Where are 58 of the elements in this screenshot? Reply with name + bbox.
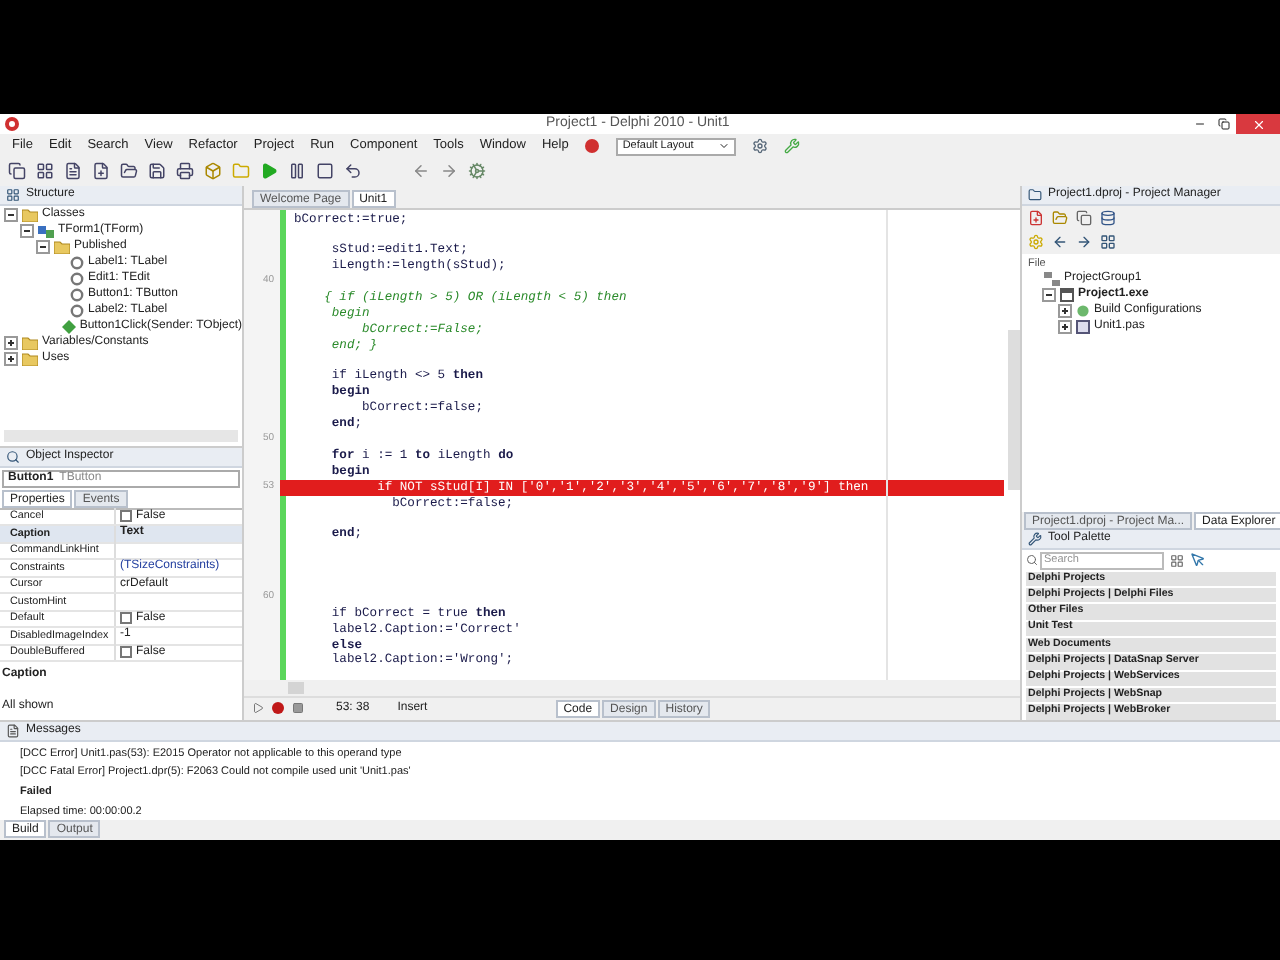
new-file-icon[interactable] [92, 162, 110, 181]
messages-icon [6, 723, 20, 737]
play-icon[interactable] [252, 702, 264, 714]
new-file-icon[interactable] [1028, 209, 1044, 225]
scrollbar-thumb[interactable] [288, 681, 304, 693]
collapse-icon[interactable] [36, 240, 50, 254]
arrow-icon[interactable] [1052, 233, 1068, 249]
expand-icon[interactable] [1058, 304, 1072, 319]
expand-icon[interactable] [4, 352, 18, 366]
class-icon [38, 224, 54, 238]
search-icon [1026, 554, 1038, 567]
list-icon[interactable] [1100, 233, 1116, 249]
grid-icon[interactable] [36, 162, 54, 181]
pause-icon[interactable] [288, 162, 306, 181]
layout-icon[interactable] [584, 138, 601, 155]
project-icon [1028, 187, 1042, 201]
collapse-icon[interactable] [4, 208, 18, 222]
print-icon[interactable] [176, 162, 194, 181]
group-icon [1044, 272, 1060, 287]
expand-icon[interactable] [1058, 320, 1072, 335]
inspector-icon [6, 449, 20, 463]
save-icon[interactable] [148, 162, 166, 181]
scrollbar[interactable] [4, 429, 238, 441]
checkbox[interactable] [120, 646, 132, 659]
database-icon[interactable] [1100, 209, 1116, 225]
wrench-icon[interactable] [784, 138, 801, 155]
open-folder-icon[interactable] [120, 162, 138, 181]
copy-icon[interactable] [8, 162, 26, 181]
checkbox[interactable] [120, 612, 132, 625]
forward-icon[interactable] [440, 162, 458, 181]
diamond-icon [61, 320, 76, 334]
arrow-icon[interactable] [1076, 233, 1092, 249]
view-icon[interactable] [1170, 553, 1184, 568]
minimize-icon [1194, 118, 1206, 131]
folder-icon [54, 240, 70, 254]
collapse-icon[interactable] [1042, 288, 1056, 303]
scrollbar-thumb[interactable] [1008, 329, 1020, 489]
file-icon[interactable] [64, 162, 82, 181]
restore-icon [1218, 118, 1230, 131]
maximize-button[interactable] [1212, 114, 1236, 135]
structure-icon [6, 187, 20, 201]
box-icon[interactable] [204, 162, 222, 181]
stop-icon[interactable] [292, 702, 304, 714]
caret-icon [718, 140, 731, 153]
stop-icon[interactable] [316, 162, 334, 181]
expand-icon[interactable] [4, 336, 18, 350]
collapse-icon[interactable] [20, 224, 34, 238]
file-icon [1076, 320, 1090, 335]
close-button[interactable] [1236, 114, 1280, 135]
pointer-icon[interactable] [1190, 552, 1206, 569]
close-icon [1251, 117, 1265, 132]
run-icon[interactable] [260, 162, 278, 181]
copy-icon[interactable] [1076, 209, 1092, 225]
back-icon[interactable] [412, 162, 430, 181]
window-icon [1060, 288, 1074, 303]
checkbox[interactable] [120, 510, 132, 523]
palette-icon [1028, 531, 1042, 546]
record-icon[interactable] [272, 702, 284, 714]
